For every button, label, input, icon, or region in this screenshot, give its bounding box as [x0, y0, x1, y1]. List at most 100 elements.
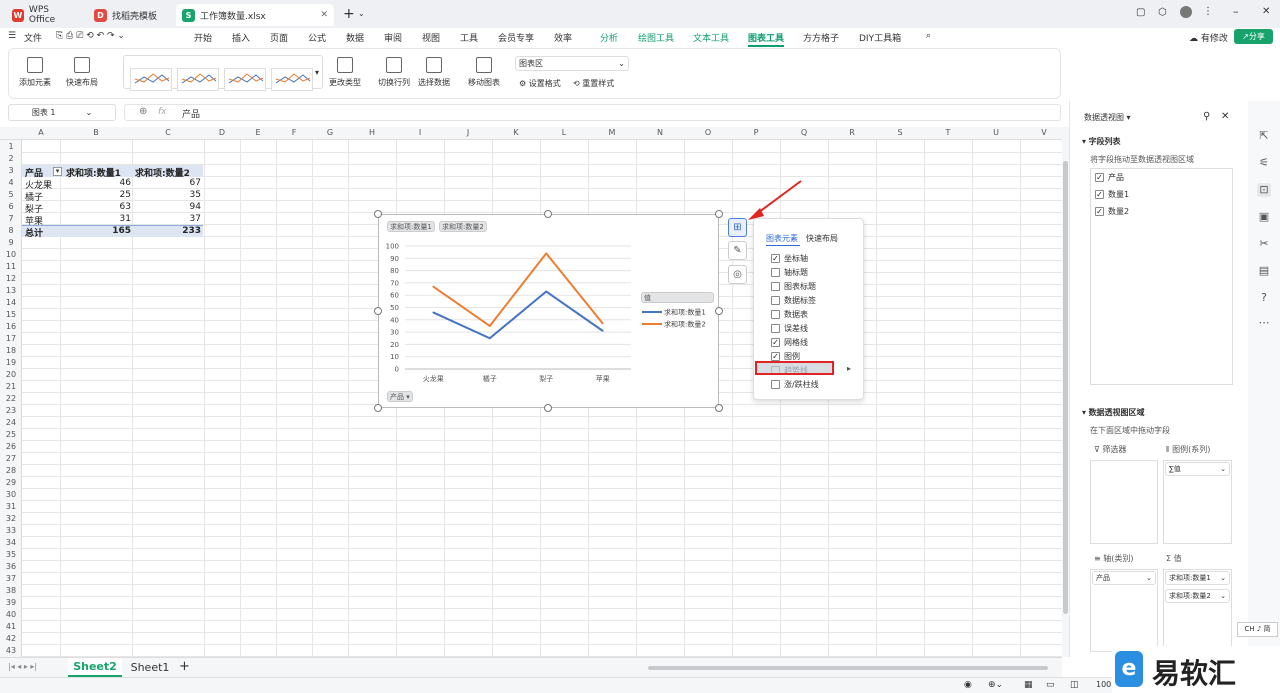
resize-handle[interactable]: [374, 210, 382, 218]
menu-efficiency[interactable]: 效率: [554, 31, 572, 44]
row-header-cell[interactable]: 32: [0, 514, 22, 523]
row-header-cell[interactable]: 26: [0, 442, 22, 451]
menu-formula[interactable]: 公式: [308, 31, 326, 44]
field-item-product[interactable]: ✓ 产品: [1095, 172, 1124, 183]
pivot-chart[interactable]: 求和项:数量1 求和项:数量2 100 90 80 70 60 50 40 30 20 10 0 火龙…: [378, 214, 719, 408]
row-header-cell[interactable]: 5: [0, 190, 22, 199]
column-header-cell[interactable]: I: [396, 128, 444, 137]
close-window-icon[interactable]: ✕: [1262, 6, 1270, 17]
column-header-cell[interactable]: Q: [780, 128, 828, 137]
ime-indicator[interactable]: CH ♪ 简: [1237, 622, 1278, 637]
checkbox-icon[interactable]: [771, 310, 780, 319]
row-header-cell[interactable]: 41: [0, 622, 22, 631]
chart-element-item[interactable]: ✓ 网格线: [771, 337, 808, 348]
row-header-cell[interactable]: 13: [0, 286, 22, 295]
tab-quick-layout[interactable]: 快速布局: [806, 233, 838, 244]
menu-file[interactable]: 文件: [24, 31, 42, 44]
chart-element-item[interactable]: 轴标题: [771, 267, 808, 278]
row-header-cell[interactable]: 14: [0, 298, 22, 307]
normal-view-icon[interactable]: ▦: [1024, 680, 1033, 690]
select-data-button[interactable]: 选择数据: [418, 57, 450, 88]
checkbox-checked-icon[interactable]: ✓: [771, 352, 780, 361]
row-header-cell[interactable]: 6: [0, 202, 22, 211]
checkbox-icon[interactable]: [771, 296, 780, 305]
pivot-cell-q1[interactable]: 46: [100, 178, 131, 188]
pivot-total-q2[interactable]: 233: [170, 226, 201, 236]
menu-home[interactable]: 开始: [194, 31, 212, 44]
resize-handle[interactable]: [374, 307, 382, 315]
minimize-icon[interactable]: –: [1233, 5, 1239, 18]
row-header-cell[interactable]: 4: [0, 178, 22, 187]
checkbox-icon[interactable]: [771, 268, 780, 277]
column-header-cell[interactable]: J: [444, 128, 492, 137]
row-header-cell[interactable]: 35: [0, 550, 22, 559]
row-header-cell[interactable]: 19: [0, 358, 22, 367]
more-icon[interactable]: ⋯: [1257, 316, 1271, 330]
close-tab-icon[interactable]: ✕: [320, 10, 328, 20]
chart-filter-icon[interactable]: ◎: [728, 265, 747, 284]
column-header-cell[interactable]: C: [132, 128, 204, 137]
value-q2-dropdown[interactable]: 求和项:数量2 ⌄: [1165, 589, 1230, 603]
chart-style-gallery[interactable]: ▾: [123, 55, 323, 91]
field-item-q1[interactable]: ✓ 数量1: [1095, 189, 1129, 200]
chart-element-item[interactable]: 数据标签: [771, 295, 816, 306]
row-header-cell[interactable]: 10: [0, 250, 22, 259]
checkbox-checked-icon[interactable]: ✓: [771, 338, 780, 347]
row-header-cell[interactable]: 34: [0, 538, 22, 547]
row-header-cell[interactable]: 30: [0, 490, 22, 499]
resize-handle[interactable]: [544, 404, 552, 412]
sliders-icon[interactable]: ⚟: [1257, 156, 1271, 170]
filter-dropdown-icon[interactable]: ▾: [53, 167, 62, 176]
row-header-cell[interactable]: 2: [0, 154, 22, 163]
row-header-cell[interactable]: 16: [0, 322, 22, 331]
formula-input[interactable]: [124, 104, 1061, 121]
pivot-cell-q1[interactable]: 31: [100, 214, 131, 224]
row-header-cell[interactable]: 21: [0, 382, 22, 391]
row-header-cell[interactable]: 8: [0, 226, 22, 235]
row-header-cell[interactable]: 36: [0, 562, 22, 571]
switch-row-col-button[interactable]: 切换行列: [378, 57, 410, 88]
menu-diy[interactable]: DIY工具箱: [859, 31, 901, 44]
panel-title[interactable]: 数据透视图 ▾: [1084, 112, 1131, 123]
row-header-cell[interactable]: 28: [0, 466, 22, 475]
menu-data[interactable]: 数据: [346, 31, 364, 44]
field-list-title[interactable]: ▾ 字段列表: [1082, 136, 1121, 147]
quick-layout-button[interactable]: 快速布局: [66, 57, 98, 88]
legend-value-dropdown[interactable]: ∑值 ⌄: [1165, 462, 1230, 476]
chart-element-item[interactable]: ✓ 坐标轴: [771, 253, 808, 264]
row-header-cell[interactable]: 20: [0, 370, 22, 379]
split-view-icon[interactable]: ◫: [1070, 680, 1079, 690]
filter-area[interactable]: [1090, 460, 1158, 544]
column-header-cell[interactable]: T: [924, 128, 972, 137]
menu-draw-tools[interactable]: 绘图工具: [638, 31, 674, 44]
change-type-button[interactable]: 更改类型: [329, 57, 361, 88]
resize-handle[interactable]: [544, 210, 552, 218]
row-header-cell[interactable]: 39: [0, 598, 22, 607]
close-icon[interactable]: ✕: [1221, 111, 1229, 122]
sheet-nav-icons[interactable]: |◂ ◂ ▸ ▸|: [8, 662, 37, 671]
chart-element-item[interactable]: 涨/跌柱线: [771, 379, 819, 390]
eye-icon[interactable]: ◉: [964, 680, 972, 690]
row-header-cell[interactable]: 31: [0, 502, 22, 511]
pivot-cell-q2[interactable]: 35: [170, 190, 201, 200]
menu-analysis[interactable]: 分析: [600, 31, 618, 44]
cube-icon[interactable]: ⬡: [1158, 7, 1167, 18]
column-header-cell[interactable]: N: [636, 128, 684, 137]
chart-style-icon[interactable]: ✎: [728, 241, 747, 260]
column-header-cell[interactable]: P: [732, 128, 780, 137]
tab-workbook[interactable]: S 工作簿数量.xlsx ✕: [176, 4, 334, 26]
value-q1-dropdown[interactable]: 求和项:数量1 ⌄: [1165, 571, 1230, 585]
pivot-total-q1[interactable]: 165: [100, 226, 131, 236]
row-header-cell[interactable]: 38: [0, 586, 22, 595]
chart-style-thumb[interactable]: [130, 68, 172, 91]
pivot-cell-q1[interactable]: 25: [100, 190, 131, 200]
checkbox-icon[interactable]: [771, 380, 780, 389]
row-header-cell[interactable]: 9: [0, 238, 22, 247]
axis-product-dropdown[interactable]: 产品 ⌄: [1092, 571, 1156, 585]
chart-element-item[interactable]: 数据表: [771, 309, 808, 320]
column-header-cell[interactable]: F: [276, 128, 312, 137]
pivot-total-label[interactable]: 总计: [25, 226, 43, 239]
zoom-level[interactable]: 100: [1096, 680, 1111, 689]
menu-page[interactable]: 页面: [270, 31, 288, 44]
column-header-cell[interactable]: L: [540, 128, 588, 137]
